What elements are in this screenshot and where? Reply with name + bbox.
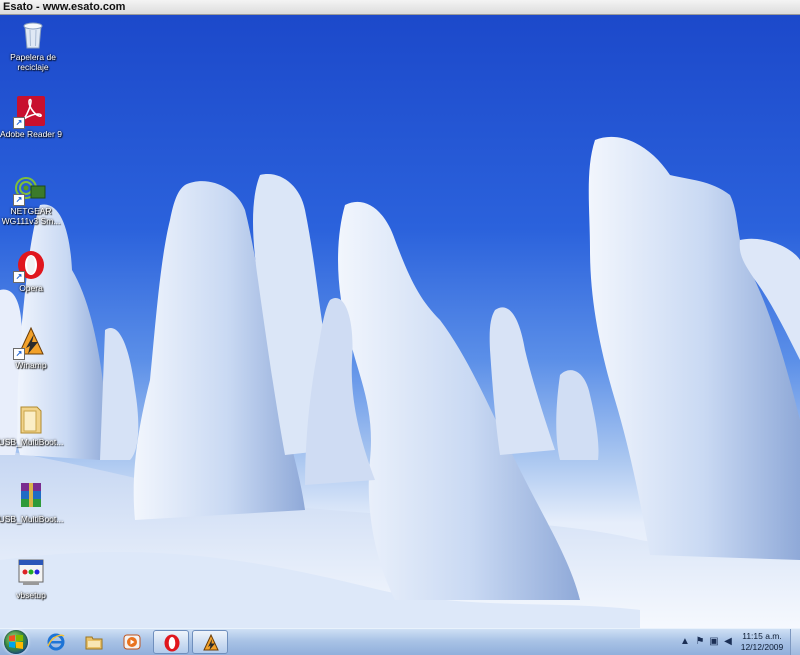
internet-explorer-icon: [47, 633, 65, 651]
window-caption-title: Esato - www.esato.com: [3, 1, 126, 13]
taskbar: ▲ ⚑ ▣ ◀ 11:15 a.m. 12/12/2009: [0, 628, 800, 655]
clock[interactable]: 11:15 a.m. 12/12/2009: [737, 631, 787, 653]
desktop-icon-label: Opera: [19, 283, 43, 293]
show-hidden-icon[interactable]: ▲: [680, 637, 690, 647]
desktop-icon-label: USB_MultiBoot...: [0, 514, 64, 524]
shortcut-arrow-icon: ↗: [13, 271, 25, 283]
shortcut-arrow-icon: ↗: [13, 348, 25, 360]
opera-icon: ↗: [13, 249, 47, 283]
desktop-wallpaper: [0, 0, 800, 654]
desktop-icon-winamp[interactable]: ↗ Winamp: [0, 326, 64, 370]
winrar-icon: [15, 480, 47, 512]
desktop-icon-vbsetup[interactable]: vbsetup: [0, 556, 64, 600]
desktop-icon-label: Winamp: [15, 360, 47, 370]
windows-logo-icon: [9, 635, 23, 649]
desktop-icon-label: Papelera de reciclaje: [10, 52, 56, 72]
adobe-reader-icon: ↗: [13, 95, 47, 129]
vbsetup-icon: [15, 556, 47, 588]
desktop-icon-label: vbsetup: [16, 590, 46, 600]
volume-icon[interactable]: ◀: [723, 637, 733, 647]
network-icon[interactable]: ▣: [709, 637, 719, 647]
recycle-bin-icon: [17, 18, 49, 50]
netgear-icon: ↗: [13, 172, 47, 206]
windows-explorer-icon: [85, 636, 103, 650]
taskbar-button-internet-explorer[interactable]: [38, 630, 74, 654]
media-player-icon: [123, 634, 141, 650]
taskbar-button-winamp[interactable]: [192, 630, 228, 654]
show-desktop-button[interactable]: [790, 629, 800, 655]
winamp-icon: ↗: [13, 326, 47, 360]
shortcut-arrow-icon: ↗: [13, 194, 25, 206]
window-caption-bar: Esato - www.esato.com: [0, 0, 800, 15]
clock-time: 11:15 a.m.: [742, 631, 782, 641]
taskbar-button-media-player[interactable]: [114, 630, 150, 654]
desktop-icon-recycle-bin[interactable]: Papelera de reciclaje: [0, 18, 66, 72]
desktop-icon-netgear[interactable]: ↗ NETGEAR WG111v3 Sm...: [0, 172, 64, 226]
folder-icon: [15, 403, 47, 435]
flag-icon[interactable]: ⚑: [695, 637, 705, 647]
desktop-icon-adobe-reader[interactable]: ↗ Adobe Reader 9: [0, 95, 64, 139]
clock-date: 12/12/2009: [740, 642, 784, 652]
desktop-icon-label: USB_MultiBoot...: [0, 437, 64, 447]
taskbar-button-windows-explorer[interactable]: [76, 630, 112, 654]
system-tray: ▲ ⚑ ▣ ◀ 11:15 a.m. 12/12/2009: [675, 629, 800, 655]
desktop-icon-usb-multiboot-archive[interactable]: USB_MultiBoot...: [0, 480, 64, 524]
desktop-icon-usb-multiboot-folder[interactable]: USB_MultiBoot...: [0, 403, 64, 447]
desktop-icon-label: NETGEAR WG111v3 Sm...: [1, 206, 61, 226]
desktop-icon-label: Adobe Reader 9: [0, 129, 62, 139]
desktop-icon-opera[interactable]: ↗ Opera: [0, 249, 64, 293]
start-button[interactable]: [4, 630, 28, 654]
opera-icon: [164, 634, 180, 652]
winamp-icon: [203, 634, 219, 651]
shortcut-arrow-icon: ↗: [13, 117, 25, 129]
taskbar-button-opera[interactable]: [153, 630, 189, 654]
